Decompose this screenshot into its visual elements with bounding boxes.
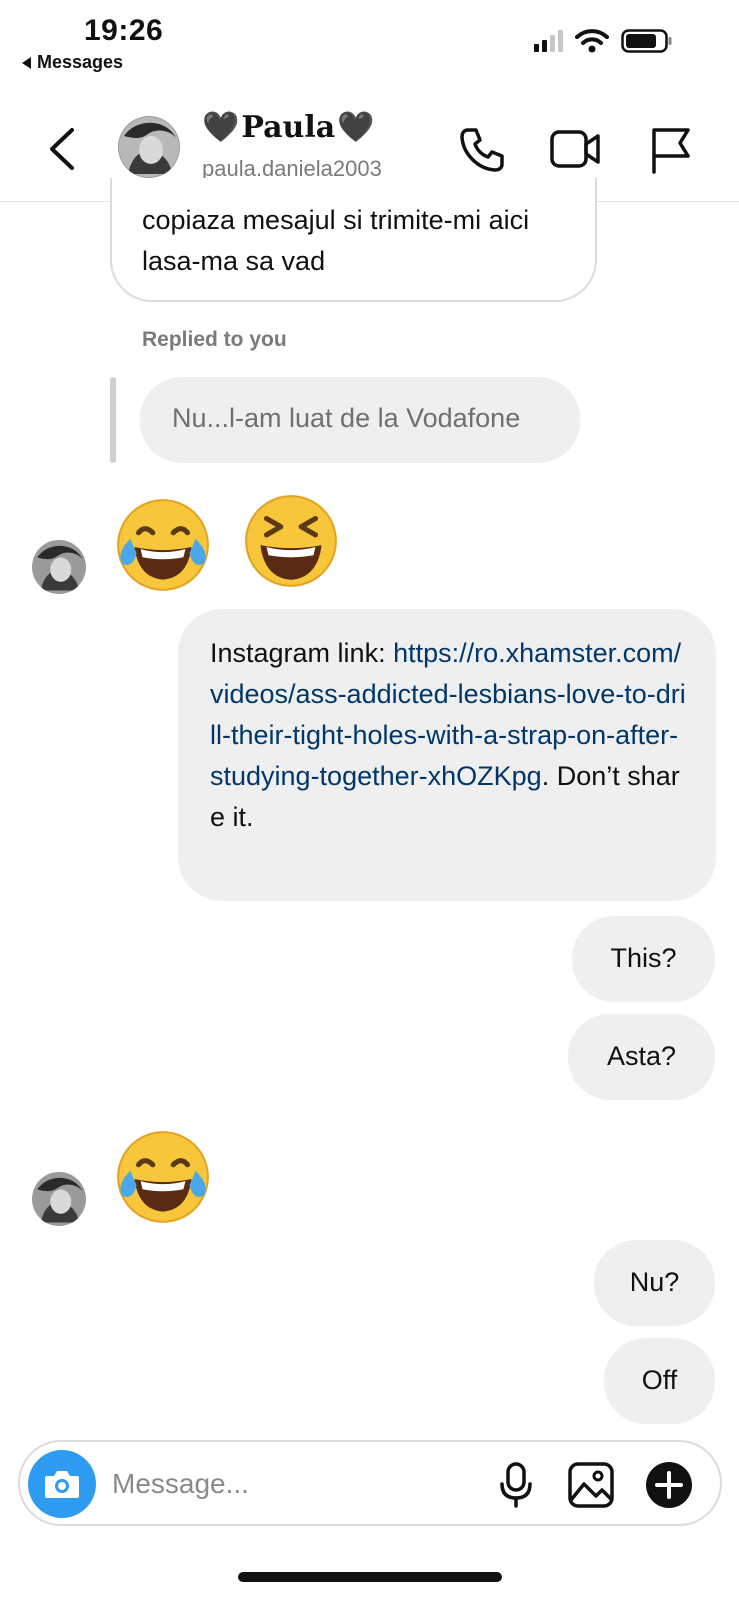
video-camera-icon[interactable]: [550, 126, 602, 172]
home-indicator[interactable]: [238, 1572, 502, 1582]
back-to-app-link[interactable]: Messages: [22, 52, 123, 73]
reply-label: Replied to you: [142, 328, 287, 351]
quoted-reply-bubble[interactable]: Nu...l-am luat de la Vodafone: [140, 377, 580, 463]
message-input[interactable]: [112, 1462, 452, 1506]
camera-icon: [45, 1471, 79, 1498]
flag-icon[interactable]: [650, 126, 692, 174]
grinning-squinting-face-emoji[interactable]: [240, 490, 342, 592]
message-text: Asta?: [606, 1041, 677, 1071]
avatar[interactable]: [32, 1172, 86, 1226]
outgoing-message-bubble[interactable]: Asta?: [568, 1014, 715, 1100]
wifi-icon: [575, 29, 609, 53]
quoted-reply-text: Nu...l-am luat de la Vodafone: [172, 403, 521, 433]
camera-button[interactable]: [28, 1450, 96, 1518]
plus-icon[interactable]: [644, 1460, 694, 1510]
message-text: This?: [610, 943, 677, 973]
black-heart-icon: 🖤: [202, 110, 240, 145]
link-prefix-text: Instagram link:: [210, 638, 394, 668]
black-heart-icon: 🖤: [337, 110, 375, 145]
face-with-tears-of-joy-emoji[interactable]: [112, 1126, 214, 1228]
back-app-label: Messages: [37, 52, 124, 72]
avatar[interactable]: [118, 116, 180, 178]
outgoing-message-bubble[interactable]: Nu?: [594, 1240, 715, 1326]
microphone-icon[interactable]: [498, 1462, 534, 1508]
outgoing-message-bubble[interactable]: Off: [604, 1338, 715, 1424]
status-indicators: [534, 28, 673, 54]
image-icon[interactable]: [568, 1462, 614, 1508]
reply-quote-bar: [110, 377, 116, 463]
contact-name-text: Paula: [241, 110, 336, 145]
incoming-message-bubble[interactable]: copiaza mesajul si trimite-mi aici lasa-…: [110, 178, 597, 302]
outgoing-message-bubble[interactable]: Instagram link: https://ro.xhamster.com/…: [178, 609, 716, 901]
back-triangle-icon: [22, 56, 31, 69]
message-text: copiaza mesajul si trimite-mi aici lasa-…: [142, 205, 530, 276]
chevron-left-icon[interactable]: [44, 126, 84, 172]
contact-name[interactable]: 🖤 Paula 🖤: [202, 110, 375, 145]
avatar[interactable]: [32, 540, 86, 594]
battery-icon: [621, 29, 672, 53]
status-time: 19:26: [84, 14, 164, 47]
phone-icon[interactable]: [458, 126, 506, 174]
message-composer: [18, 1440, 722, 1526]
cellular-signal-icon: [534, 30, 563, 52]
outgoing-message-bubble[interactable]: This?: [572, 916, 715, 1002]
message-text: Off: [641, 1365, 678, 1395]
face-with-tears-of-joy-emoji[interactable]: [112, 494, 214, 596]
message-text: Nu?: [629, 1267, 680, 1297]
